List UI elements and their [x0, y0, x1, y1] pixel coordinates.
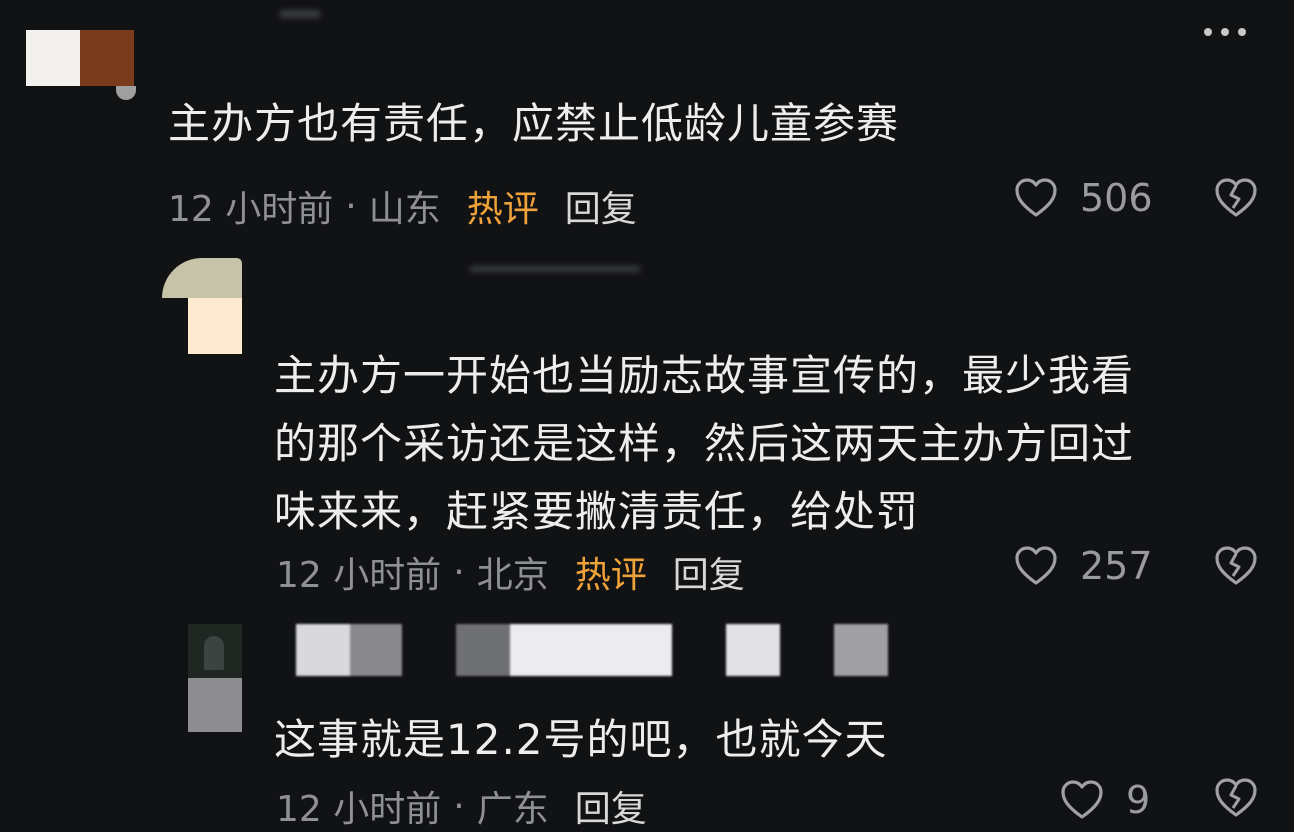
reply-button[interactable]: 回复	[565, 180, 637, 232]
username-blur	[470, 266, 640, 272]
comment-location: 山东	[368, 189, 441, 230]
heart-outline-icon	[1015, 546, 1057, 585]
avatar[interactable]	[188, 624, 242, 732]
reply-button[interactable]: 回复	[673, 546, 745, 598]
more-dots-icon[interactable]	[1204, 28, 1246, 36]
like-button[interactable]: 257	[1014, 544, 1153, 588]
reply-button[interactable]: 回复	[575, 780, 647, 832]
comment-time: 12 小时前	[168, 189, 334, 230]
comment-meta: 12 小时前 · 广东 回复	[276, 780, 647, 832]
hot-comment-badge: 热评	[466, 189, 539, 230]
meta-separator: ·	[453, 785, 465, 827]
comment-meta: 12 小时前 · 山东 热评 回复	[168, 180, 637, 232]
username-blur	[834, 624, 888, 676]
like-button[interactable]: 9	[1060, 778, 1150, 822]
username-blur	[456, 624, 672, 676]
comment-time: 12 小时前	[276, 789, 442, 830]
comment-text: 主办方一开始也当励志故事宣传的，最少我看 的那个采访还是这样，然后这两天主办方回…	[274, 351, 1135, 536]
more-dot	[1204, 28, 1212, 36]
avatar[interactable]	[162, 258, 242, 354]
heart-outline-icon	[1015, 178, 1057, 217]
username-blur	[726, 624, 780, 676]
heart-outline-icon	[1061, 780, 1103, 819]
like-count: 9	[1126, 778, 1151, 822]
comment-location: 北京	[476, 555, 549, 596]
meta-separator: ·	[453, 551, 465, 593]
like-count: 257	[1080, 544, 1153, 588]
more-dot	[1221, 28, 1229, 36]
username-blur	[280, 10, 320, 18]
meta-separator: ·	[345, 185, 357, 227]
hot-comment-badge: 热评	[574, 555, 647, 596]
broken-heart-icon[interactable]	[1214, 178, 1258, 218]
broken-heart-icon[interactable]	[1214, 546, 1258, 586]
broken-heart-icon[interactable]	[1214, 778, 1258, 818]
username-blur	[296, 624, 402, 676]
like-button[interactable]: 506	[1014, 176, 1153, 220]
comment-meta: 12 小时前 · 北京 热评 回复	[276, 546, 745, 598]
comment-text: 主办方也有责任，应禁止低龄儿童参赛	[168, 99, 900, 148]
avatar[interactable]	[26, 30, 136, 100]
comment-time: 12 小时前	[276, 555, 442, 596]
like-count: 506	[1080, 176, 1153, 220]
comment-text: 这事就是12.2号的吧，也就今天	[274, 715, 888, 764]
comment-location: 广东	[476, 789, 549, 830]
more-dot	[1238, 28, 1246, 36]
